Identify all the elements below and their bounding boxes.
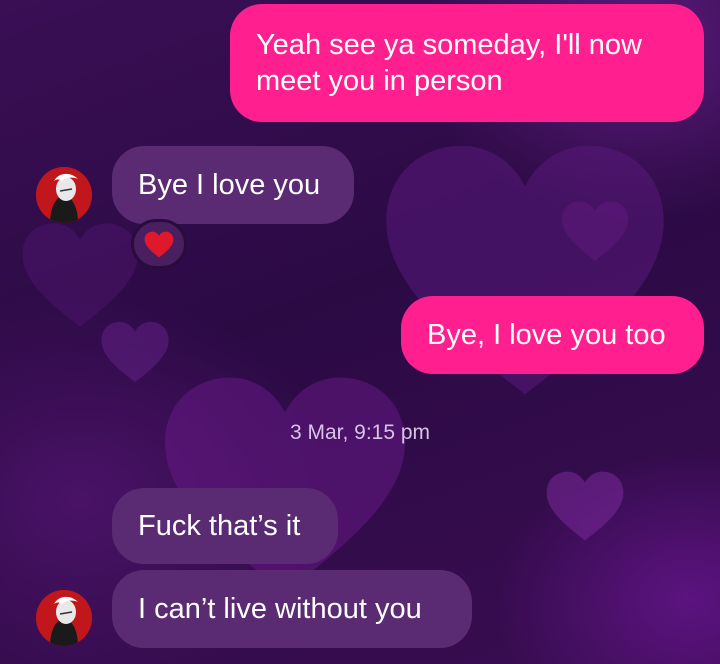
outgoing-message-bubble[interactable]: Yeah see ya someday, I'll now meet you i… — [230, 4, 704, 122]
avatar-icon — [36, 167, 92, 223]
contact-avatar[interactable] — [36, 167, 92, 223]
incoming-message-bubble[interactable]: I can’t live without you — [112, 570, 472, 648]
contact-avatar[interactable] — [36, 590, 92, 646]
outgoing-message-bubble[interactable]: Bye, I love you too — [401, 296, 704, 374]
background-heart-icon — [561, 201, 629, 261]
message-text: Fuck that’s it — [138, 510, 301, 542]
red-heart-icon — [144, 231, 174, 257]
message-reaction[interactable] — [131, 219, 187, 269]
avatar-icon — [36, 590, 92, 646]
background-heart-icon — [22, 223, 138, 327]
message-text: Bye, I love you too — [427, 319, 666, 351]
message-text-line: Yeah see ya someday, I'll now — [256, 29, 642, 61]
background-heart-icon — [165, 377, 405, 593]
incoming-message-bubble[interactable]: Fuck that’s it — [112, 488, 338, 564]
incoming-message-bubble[interactable]: Bye I love you — [112, 146, 354, 224]
message-text: Bye I love you — [138, 169, 321, 201]
background-heart-icon — [546, 471, 624, 541]
message-text-line: meet you in person — [256, 65, 503, 97]
message-timestamp: 3 Mar, 9:15 pm — [289, 421, 431, 444]
message-text: I can’t live without you — [138, 593, 422, 625]
